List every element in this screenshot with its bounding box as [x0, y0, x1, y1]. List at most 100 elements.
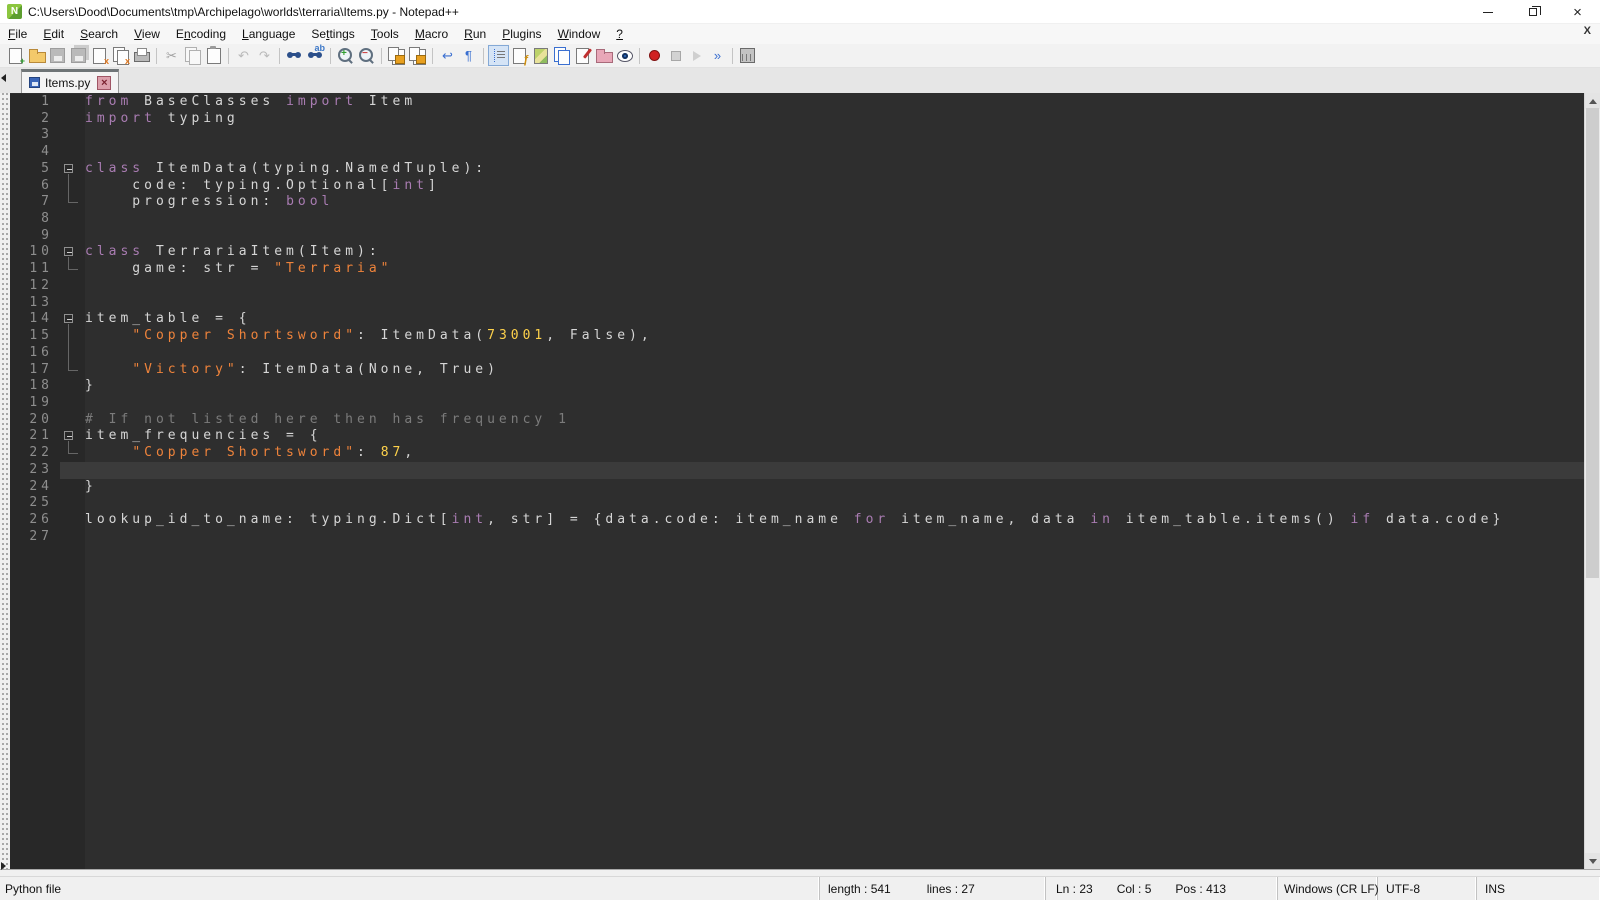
menu-search[interactable]: Search	[72, 25, 126, 43]
scrollbar-down-icon[interactable]	[1585, 853, 1600, 869]
code-line[interactable]: 1 from BaseClasses import Item	[10, 94, 1584, 111]
line-number[interactable]: 15	[10, 328, 60, 345]
menubar-close-icon[interactable]: X	[1584, 25, 1591, 37]
line-number[interactable]: 12	[10, 278, 60, 295]
line-number[interactable]: 3	[10, 127, 60, 144]
code-text[interactable]: item_table = {	[85, 311, 1584, 328]
code-line[interactable]: 22 "Copper Shortsword": 87,	[10, 445, 1584, 462]
code-text[interactable]	[85, 228, 1584, 245]
line-number[interactable]: 11	[10, 261, 60, 278]
line-number[interactable]: 20	[10, 412, 60, 429]
code-text[interactable]	[85, 295, 1584, 312]
scrollbar-up-icon[interactable]	[1585, 93, 1600, 109]
monitoring-icon[interactable]	[615, 46, 634, 65]
code-text[interactable]	[85, 529, 1584, 546]
fold-marker-icon[interactable]	[60, 311, 85, 328]
close-all-icon[interactable]: x	[111, 46, 130, 65]
code-text[interactable]: item_frequencies = {	[85, 428, 1584, 445]
menu-tools[interactable]: Tools	[363, 25, 407, 43]
close-icon[interactable]: x	[90, 46, 109, 65]
code-line[interactable]: 3	[10, 127, 1584, 144]
macro-run-multiple-icon[interactable]: »	[708, 46, 727, 65]
code-text[interactable]: class TerrariaItem(Item):	[85, 244, 1584, 261]
restore-button[interactable]	[1510, 0, 1555, 24]
code-line[interactable]: 9	[10, 228, 1584, 245]
code-text[interactable]	[85, 395, 1584, 412]
redo-icon[interactable]: ↷	[255, 46, 274, 65]
editor-empty-area[interactable]	[10, 545, 1584, 869]
dock-arrow-icon[interactable]	[1, 862, 6, 870]
code-text[interactable]	[85, 462, 1584, 479]
line-number[interactable]: 23	[10, 462, 60, 479]
menu-language[interactable]: Language	[234, 25, 303, 43]
folder-as-workspace-icon[interactable]	[594, 46, 613, 65]
code-text[interactable]: }	[85, 378, 1584, 395]
code-line[interactable]: 21 item_frequencies = {	[10, 428, 1584, 445]
line-number[interactable]: 1	[10, 94, 60, 111]
code-text[interactable]: "Copper Shortsword": ItemData(73001, Fal…	[85, 328, 1584, 345]
line-number[interactable]: 7	[10, 194, 60, 211]
vertical-scrollbar[interactable]	[1584, 93, 1600, 869]
scrollbar-thumb[interactable]	[1586, 108, 1599, 578]
line-number[interactable]: 2	[10, 111, 60, 128]
zoom-in-icon[interactable]: +	[336, 46, 355, 65]
code-text[interactable]: from BaseClasses import Item	[85, 94, 1584, 111]
menu-encoding[interactable]: Encoding	[168, 25, 234, 43]
function-list-icon[interactable]: ƒ	[510, 46, 529, 65]
code-line[interactable]: 26lookup_id_to_name: typing.Dict[int, st…	[10, 512, 1584, 529]
code-line[interactable]: 18}	[10, 378, 1584, 395]
code-line[interactable]: 6 code: typing.Optional[int]	[10, 178, 1584, 195]
open-icon[interactable]	[27, 46, 46, 65]
line-number[interactable]: 9	[10, 228, 60, 245]
sync-horizontal-icon[interactable]	[408, 46, 427, 65]
print-icon[interactable]	[132, 46, 151, 65]
fold-marker-icon[interactable]	[60, 161, 85, 178]
code-line[interactable]: 16	[10, 345, 1584, 362]
code-line[interactable]: 4	[10, 144, 1584, 161]
code-line[interactable]: 14item_table = {	[10, 311, 1584, 328]
line-number[interactable]: 4	[10, 144, 60, 161]
fold-marker-icon[interactable]	[60, 428, 85, 445]
paste-icon[interactable]	[204, 46, 223, 65]
code-text[interactable]	[85, 211, 1584, 228]
tab-scroll-left-icon[interactable]	[1, 74, 6, 82]
save-icon[interactable]	[48, 46, 67, 65]
code-line[interactable]: 20 # If not listed here then has frequenc…	[10, 412, 1584, 429]
line-number[interactable]: 10	[10, 244, 60, 261]
cut-icon[interactable]: ✂	[162, 46, 181, 65]
menu-plugins[interactable]: Plugins	[494, 25, 549, 43]
line-number[interactable]: 25	[10, 495, 60, 512]
line-number[interactable]: 26	[10, 512, 60, 529]
line-number[interactable]: 13	[10, 295, 60, 312]
code-line[interactable]: 5class ItemData(typing.NamedTuple):	[10, 161, 1584, 178]
tab-close-icon[interactable]: ×	[97, 76, 111, 90]
replace-icon[interactable]: ab	[306, 46, 325, 65]
insert-mode-label[interactable]: INS	[1485, 882, 1505, 896]
code-line[interactable]: 25	[10, 495, 1584, 512]
macro-stop-icon[interactable]	[666, 46, 685, 65]
code-line[interactable]: 27	[10, 529, 1584, 546]
code-line[interactable]: 2import typing	[10, 111, 1584, 128]
macro-play-icon[interactable]	[687, 46, 706, 65]
code-text[interactable]	[85, 144, 1584, 161]
code-editor[interactable]: 1 from BaseClasses import Item2import typ…	[10, 93, 1584, 869]
copy-icon[interactable]	[183, 46, 202, 65]
code-line[interactable]: 24}	[10, 479, 1584, 496]
code-line[interactable]: 23	[10, 462, 1584, 479]
menu-macro[interactable]: Macro	[407, 25, 456, 43]
macro-save-icon[interactable]	[738, 46, 757, 65]
menu-edit[interactable]: Edit	[35, 25, 72, 43]
code-text[interactable]: "Copper Shortsword": 87,	[85, 445, 1584, 462]
macro-record-icon[interactable]	[645, 46, 664, 65]
define-language-icon[interactable]	[573, 46, 592, 65]
code-line[interactable]: 8	[10, 211, 1584, 228]
word-wrap-icon[interactable]: ↩	[438, 46, 457, 65]
line-number[interactable]: 21	[10, 428, 60, 445]
new-file-icon[interactable]: +	[6, 46, 25, 65]
show-indent-guide-icon[interactable]	[489, 46, 508, 65]
code-line[interactable]: 13	[10, 295, 1584, 312]
menu-window[interactable]: Window	[550, 25, 609, 43]
document-map-icon[interactable]	[531, 46, 550, 65]
line-number[interactable]: 18	[10, 378, 60, 395]
code-text[interactable]: # If not listed here then has frequency …	[85, 412, 1584, 429]
